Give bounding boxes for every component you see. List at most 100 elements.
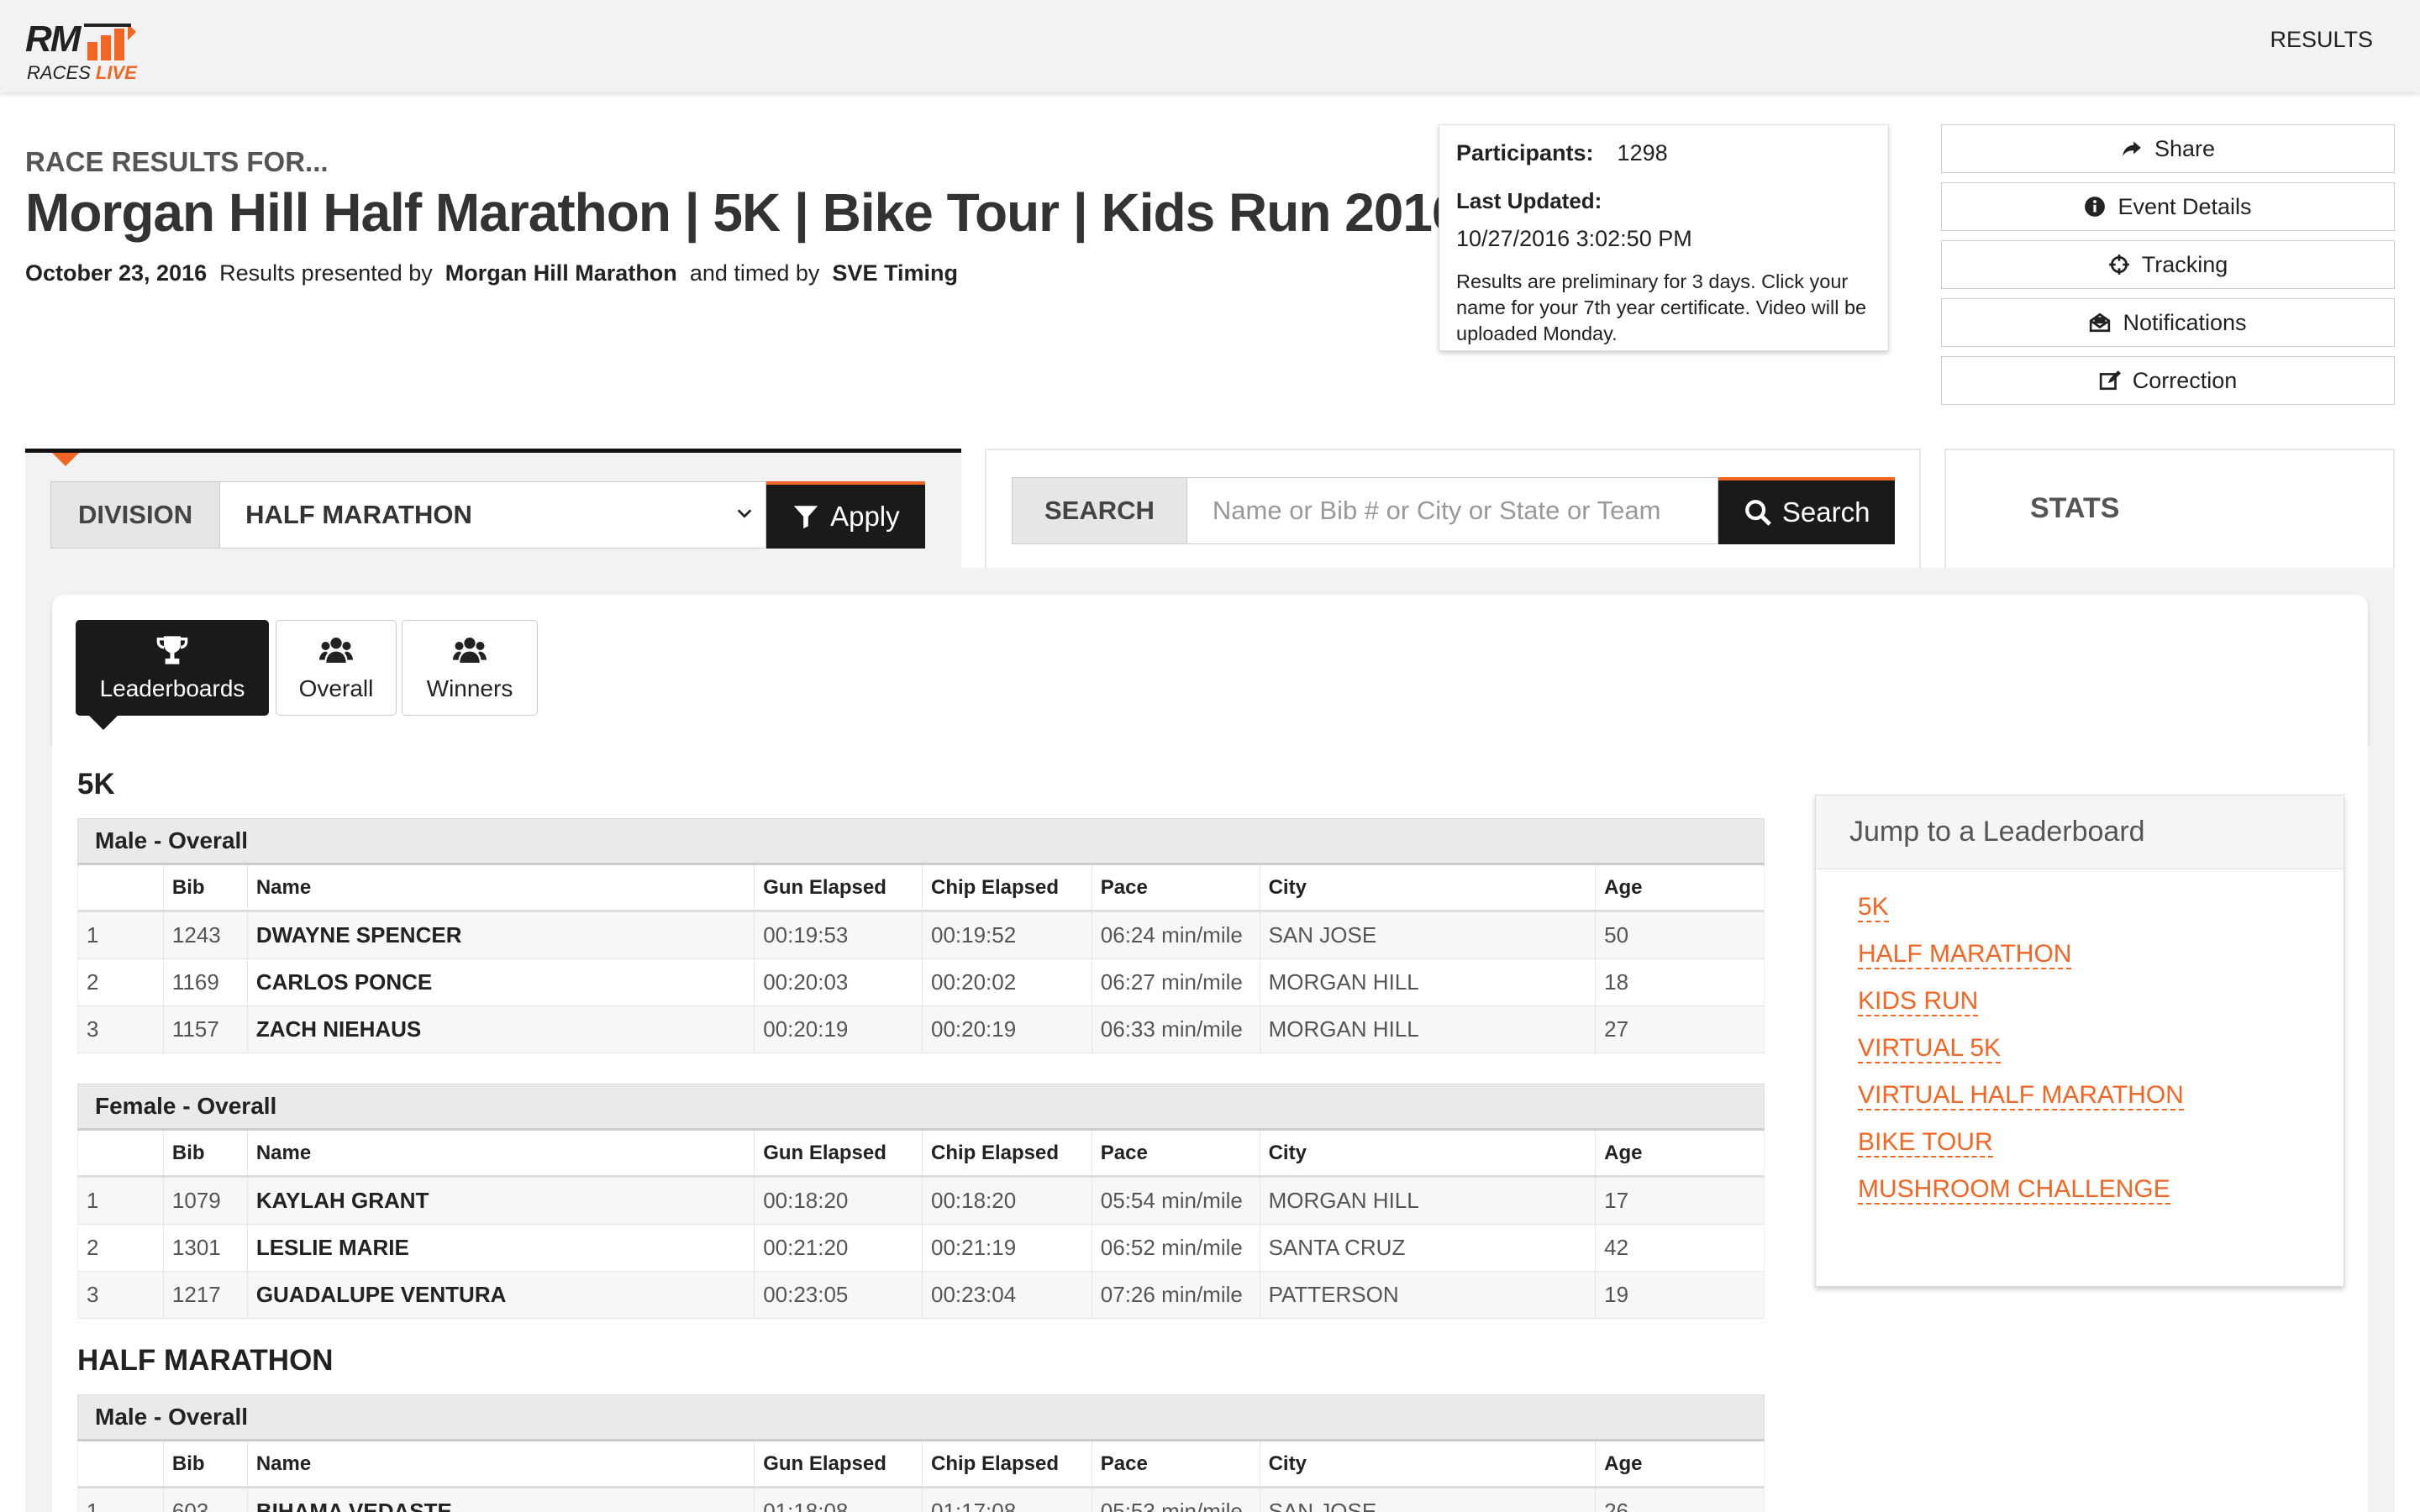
table-row[interactable]: 1 1243 DWAYNE SPENCER 00:19:53 00:19:52 06:24… bbox=[77, 912, 1765, 959]
active-panel-indicator bbox=[52, 453, 79, 466]
table-row[interactable]: 3 1217 GUADALUPE VENTURA 00:23:05 00:23:04 07… bbox=[77, 1272, 1765, 1319]
table-row[interactable]: 2 1169 CARLOS PONCE 00:20:03 00:20:02 06:27 m… bbox=[77, 959, 1765, 1006]
column-header[interactable]: Name bbox=[248, 1131, 755, 1175]
leaderboards-content: 5K Male - Overall Bib Name Gun Elapsed Chip E… bbox=[52, 743, 2368, 1512]
filter-icon bbox=[793, 506, 818, 529]
column-header[interactable]: Age bbox=[1596, 1441, 1764, 1486]
table-cell: 00:20:19 bbox=[755, 1006, 923, 1053]
column-header[interactable]: City bbox=[1260, 1131, 1597, 1175]
table-cell: 603 bbox=[164, 1488, 248, 1512]
column-header[interactable]: Age bbox=[1596, 865, 1764, 910]
page-title: Morgan Hill Half Marathon | 5K | Bike To… bbox=[25, 182, 1462, 243]
table-cell: 17 bbox=[1604, 1188, 1629, 1213]
table-row[interactable]: 2 1301 LESLIE MARIE 00:21:20 00:21:19 06:52 m… bbox=[77, 1225, 1765, 1272]
raceslive-logo[interactable]: RM RACES LIVE bbox=[25, 13, 168, 83]
notifications-button[interactable]: Notifications bbox=[1941, 298, 2395, 347]
jump-link-virtual-half-marathon[interactable]: VIRTUAL HALF MARATHON bbox=[1858, 1081, 2184, 1110]
division-label: DIVISION bbox=[50, 481, 221, 549]
runner-name[interactable]: LESLIE MARIE bbox=[248, 1225, 755, 1271]
participants-label: Participants: bbox=[1456, 140, 1594, 165]
runner-name[interactable]: KAYLAH GRANT bbox=[248, 1178, 755, 1224]
runner-name[interactable]: CARLOS PONCE bbox=[248, 959, 755, 1005]
jump-link-kids-run[interactable]: KIDS RUN bbox=[1858, 987, 1979, 1016]
table-cell: 2 bbox=[78, 959, 164, 1005]
table-cell: 00:21:20 bbox=[755, 1225, 923, 1271]
table-caption: Male - Overall bbox=[77, 818, 1765, 865]
table-body: 1 1243 DWAYNE SPENCER 00:19:53 00:19:52 06:24… bbox=[77, 912, 1765, 1053]
column-header[interactable]: Bib bbox=[164, 865, 248, 910]
tracking-button[interactable]: Tracking bbox=[1941, 240, 2395, 289]
column-header[interactable]: Gun Elapsed bbox=[755, 1441, 923, 1486]
column-header[interactable]: Gun Elapsed bbox=[755, 1131, 923, 1175]
apply-button[interactable]: Apply bbox=[766, 481, 925, 549]
table-cell: 00:19:53 bbox=[755, 912, 923, 958]
column-header[interactable]: Age bbox=[1596, 1131, 1764, 1175]
jump-link-virtual-5k[interactable]: VIRTUAL 5K bbox=[1858, 1034, 2002, 1063]
nav-results-link[interactable]: RESULTS bbox=[2270, 27, 2373, 53]
table-cell: 1079 bbox=[164, 1178, 248, 1224]
presenter-name: Morgan Hill Marathon bbox=[445, 260, 677, 286]
column-header[interactable]: Pace bbox=[1092, 1131, 1260, 1175]
runner-name[interactable]: ZACH NIEHAUS bbox=[248, 1006, 755, 1053]
column-header[interactable]: Bib bbox=[164, 1131, 248, 1175]
participants-value: 1298 bbox=[1617, 140, 1668, 165]
stats-panel[interactable]: STATS bbox=[1944, 449, 2395, 568]
jump-link-mushroom-challenge[interactable]: MUSHROOM CHALLENGE bbox=[1858, 1175, 2170, 1205]
table-row[interactable]: 3 1157 ZACH NIEHAUS 00:20:19 00:20:19 06:33 m… bbox=[77, 1006, 1765, 1053]
table-cell: SAN JOSE bbox=[1260, 912, 1597, 958]
search-label: SEARCH bbox=[1012, 477, 1187, 544]
column-header[interactable]: City bbox=[1260, 1441, 1597, 1486]
logo-subtitle: RACES LIVE bbox=[27, 62, 137, 83]
users-icon bbox=[319, 638, 353, 663]
tab-leaderboards[interactable]: Leaderboards bbox=[76, 620, 269, 730]
race-results-kicker: RACE RESULTS FOR... bbox=[25, 146, 329, 177]
table-caption: Female - Overall bbox=[77, 1084, 1765, 1131]
table-cell: 00:23:05 bbox=[755, 1272, 923, 1318]
column-header[interactable]: Chip Elapsed bbox=[923, 1131, 1092, 1175]
table-header-row: Bib Name Gun Elapsed Chip Elapsed Pace City Ag… bbox=[77, 1131, 1765, 1178]
event-details-button[interactable]: Event Details bbox=[1941, 182, 2395, 231]
column-header[interactable]: Pace bbox=[1092, 865, 1260, 910]
tab-winners[interactable]: Winners bbox=[402, 620, 538, 716]
last-updated-label: Last Updated: bbox=[1456, 188, 1602, 213]
column-header[interactable]: Name bbox=[248, 865, 755, 910]
table-cell: 01:17:08 bbox=[923, 1488, 1092, 1512]
jump-link-half-marathon[interactable]: HALF MARATHON bbox=[1858, 940, 2072, 969]
column-header[interactable]: Chip Elapsed bbox=[923, 865, 1092, 910]
search-input[interactable]: Name or Bib # or City or State or Team bbox=[1186, 477, 1718, 544]
table-cell: PATTERSON bbox=[1260, 1272, 1597, 1318]
table-cell: 1217 bbox=[164, 1272, 248, 1318]
search-button[interactable]: Search bbox=[1718, 477, 1896, 544]
table-cell: MORGAN HILL bbox=[1260, 1178, 1597, 1224]
column-header[interactable]: Name bbox=[248, 1441, 755, 1486]
table-cell: 06:52 min/mile bbox=[1092, 1225, 1260, 1271]
table-cell: 2 bbox=[78, 1225, 164, 1271]
division-select[interactable]: HALF MARATHON bbox=[220, 481, 767, 549]
info-icon bbox=[2085, 197, 2106, 217]
table-cell: SAN JOSE bbox=[1260, 1488, 1597, 1512]
jump-link-5k[interactable]: 5K bbox=[1858, 893, 1889, 922]
table-cell: 1301 bbox=[164, 1225, 248, 1271]
runner-name[interactable]: GUADALUPE VENTURA bbox=[248, 1272, 755, 1318]
trophy-icon bbox=[156, 636, 188, 664]
results-note: Results are preliminary for 3 days. Clic… bbox=[1456, 270, 1867, 344]
table-row[interactable]: 1 1079 KAYLAH GRANT 00:18:20 00:18:20 05:54 m… bbox=[77, 1178, 1765, 1225]
tab-overall[interactable]: Overall bbox=[276, 620, 397, 716]
column-header[interactable]: Pace bbox=[1092, 1441, 1260, 1486]
table-row[interactable]: 1 603 BIHAMA VEDASTE 01:18:08 01:17:08 05:53 … bbox=[77, 1488, 1765, 1512]
runner-name[interactable]: BIHAMA VEDASTE bbox=[248, 1488, 755, 1512]
column-header[interactable]: Chip Elapsed bbox=[923, 1441, 1092, 1486]
table-cell: 01:18:08 bbox=[755, 1488, 923, 1512]
column-header[interactable]: Gun Elapsed bbox=[755, 865, 923, 910]
column-header[interactable]: Bib bbox=[164, 1441, 248, 1486]
table-cell: 00:20:19 bbox=[923, 1006, 1092, 1053]
runner-name[interactable]: DWAYNE SPENCER bbox=[248, 912, 755, 958]
column-header[interactable]: City bbox=[1260, 865, 1597, 910]
table-cell: 05:54 min/mile bbox=[1092, 1178, 1260, 1224]
table-cell: 00:20:02 bbox=[923, 959, 1092, 1005]
correction-button[interactable]: Correction bbox=[1941, 356, 2395, 405]
table-cell: 00:18:20 bbox=[755, 1178, 923, 1224]
race-info-card: Participants: 1298 Last Updated: 10/27/20… bbox=[1439, 124, 1889, 351]
jump-link-bike-tour[interactable]: BIKE TOUR bbox=[1858, 1128, 1993, 1158]
share-button[interactable]: Share bbox=[1941, 124, 2395, 173]
